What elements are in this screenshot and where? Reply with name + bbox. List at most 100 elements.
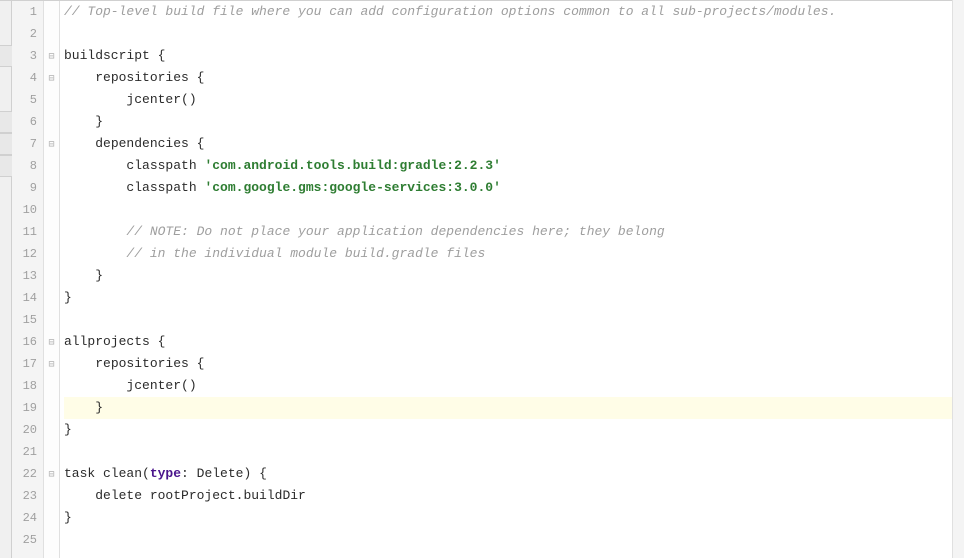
- code-token: task clean(: [64, 466, 150, 481]
- line-number: 6: [12, 111, 37, 133]
- code-line[interactable]: // Top-level build file where you can ad…: [64, 1, 964, 23]
- code-token: }: [64, 422, 72, 437]
- line-number: 11: [12, 221, 37, 243]
- line-number: 23: [12, 485, 37, 507]
- code-line[interactable]: allprojects {: [64, 331, 964, 353]
- fold-end-icon: [44, 265, 59, 287]
- code-token: }: [64, 510, 72, 525]
- fold-toggle-icon[interactable]: [44, 45, 59, 67]
- fold-end-icon: [44, 397, 59, 419]
- code-line[interactable]: }: [64, 397, 964, 419]
- line-number: 21: [12, 441, 37, 463]
- code-line[interactable]: [64, 23, 964, 45]
- error-stripe[interactable]: [952, 0, 964, 558]
- line-number: 16: [12, 331, 37, 353]
- line-number-gutter: 1234567891011121314151617181920212223242…: [12, 1, 44, 558]
- code-token: 'com.android.tools.build:gradle:2.2.3': [204, 158, 500, 173]
- code-token: // in the individual module build.gradle…: [126, 246, 485, 261]
- code-line[interactable]: }: [64, 265, 964, 287]
- code-token: jcenter(): [126, 378, 196, 393]
- line-number: 25: [12, 529, 37, 551]
- line-number: 19: [12, 397, 37, 419]
- code-token: {: [197, 70, 205, 85]
- code-token: repositories: [95, 356, 196, 371]
- code-area[interactable]: // Top-level build file where you can ad…: [60, 1, 964, 558]
- line-number: 14: [12, 287, 37, 309]
- code-line[interactable]: }: [64, 287, 964, 309]
- code-token: classpath: [126, 158, 204, 173]
- code-line[interactable]: // in the individual module build.gradle…: [64, 243, 964, 265]
- fold-end-icon: [44, 507, 59, 529]
- left-edge-tabs: [0, 1, 12, 558]
- code-token: dependencies: [95, 136, 196, 151]
- code-token: }: [95, 400, 103, 415]
- fold-toggle-icon[interactable]: [44, 331, 59, 353]
- fold-spacer: [44, 199, 59, 221]
- code-token: {: [197, 136, 205, 151]
- line-number: 20: [12, 419, 37, 441]
- code-line[interactable]: [64, 441, 964, 463]
- fold-spacer: [44, 243, 59, 265]
- code-token: }: [64, 290, 72, 305]
- edge-tab[interactable]: [0, 133, 12, 155]
- code-line[interactable]: // NOTE: Do not place your application d…: [64, 221, 964, 243]
- code-token: {: [197, 356, 205, 371]
- fold-gutter: [44, 1, 60, 558]
- fold-toggle-icon[interactable]: [44, 133, 59, 155]
- code-token: }: [95, 268, 103, 283]
- line-number: 5: [12, 89, 37, 111]
- code-token: type: [150, 466, 181, 481]
- line-number: 1: [12, 1, 37, 23]
- code-token: allprojects: [64, 334, 158, 349]
- fold-spacer: [44, 155, 59, 177]
- line-number: 7: [12, 133, 37, 155]
- code-token: {: [158, 334, 166, 349]
- fold-end-icon: [44, 419, 59, 441]
- line-number: 12: [12, 243, 37, 265]
- fold-end-icon: [44, 111, 59, 133]
- fold-end-icon: [44, 287, 59, 309]
- code-line[interactable]: [64, 199, 964, 221]
- fold-toggle-icon[interactable]: [44, 67, 59, 89]
- fold-spacer: [44, 441, 59, 463]
- fold-spacer: [44, 221, 59, 243]
- fold-spacer: [44, 309, 59, 331]
- line-number: 4: [12, 67, 37, 89]
- edge-tab[interactable]: [0, 111, 12, 133]
- fold-spacer: [44, 23, 59, 45]
- line-number: 22: [12, 463, 37, 485]
- code-line[interactable]: }: [64, 507, 964, 529]
- code-token: jcenter(): [126, 92, 196, 107]
- fold-toggle-icon[interactable]: [44, 353, 59, 375]
- code-token: {: [158, 48, 166, 63]
- code-line[interactable]: }: [64, 111, 964, 133]
- fold-toggle-icon[interactable]: [44, 463, 59, 485]
- code-line[interactable]: dependencies {: [64, 133, 964, 155]
- code-token: }: [95, 114, 103, 129]
- code-line[interactable]: jcenter(): [64, 375, 964, 397]
- code-line[interactable]: repositories {: [64, 67, 964, 89]
- code-token: // Top-level build file where you can ad…: [64, 4, 836, 19]
- fold-spacer: [44, 529, 59, 551]
- fold-spacer: [44, 89, 59, 111]
- code-line[interactable]: [64, 529, 964, 551]
- code-line[interactable]: jcenter(): [64, 89, 964, 111]
- line-number: 2: [12, 23, 37, 45]
- code-token: 'com.google.gms:google-services:3.0.0': [204, 180, 500, 195]
- code-line[interactable]: delete rootProject.buildDir: [64, 485, 964, 507]
- line-number: 9: [12, 177, 37, 199]
- code-line[interactable]: repositories {: [64, 353, 964, 375]
- code-line[interactable]: classpath 'com.google.gms:google-service…: [64, 177, 964, 199]
- code-editor: 1234567891011121314151617181920212223242…: [0, 0, 964, 558]
- line-number: 8: [12, 155, 37, 177]
- code-line[interactable]: buildscript {: [64, 45, 964, 67]
- code-line[interactable]: }: [64, 419, 964, 441]
- code-line[interactable]: classpath 'com.android.tools.build:gradl…: [64, 155, 964, 177]
- fold-spacer: [44, 375, 59, 397]
- code-line[interactable]: task clean(type: Delete) {: [64, 463, 964, 485]
- edge-tab[interactable]: [0, 45, 12, 67]
- code-line[interactable]: [64, 309, 964, 331]
- line-number: 24: [12, 507, 37, 529]
- edge-tab[interactable]: [0, 155, 12, 177]
- code-token: {: [259, 466, 267, 481]
